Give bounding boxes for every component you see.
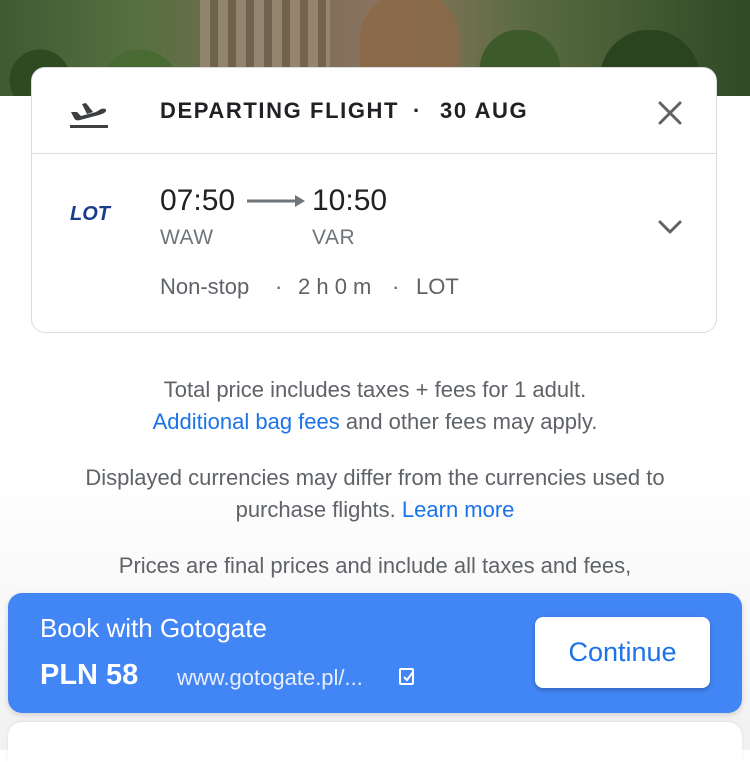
close-icon[interactable]	[656, 99, 684, 127]
flight-date: 30 AUG	[440, 98, 529, 123]
chevron-down-icon[interactable]	[656, 216, 684, 238]
arrival-airport: VAR	[312, 226, 356, 249]
continue-button[interactable]: Continue	[535, 617, 710, 688]
bag-fees-line: Additional bag fees and other fees may a…	[0, 406, 750, 438]
bag-fees-text: and other fees may apply.	[339, 409, 598, 434]
departure-airport: WAW	[160, 226, 214, 249]
currency-note-text: Displayed currencies may differ from the…	[85, 465, 665, 522]
airline-logo-text: LOT	[70, 203, 112, 224]
flight-card-header: DEPARTING FLIGHT · 30 AUG	[32, 68, 716, 154]
booking-bar: Book with Gotogate PLN 58 www.gotogate.p…	[8, 593, 742, 713]
price-note: Total price includes taxes + fees for 1 …	[0, 374, 750, 438]
additional-bag-fees-link[interactable]: Additional bag fees	[153, 409, 340, 434]
arrow-right-icon	[247, 195, 305, 207]
departure-time: 07:50	[160, 184, 236, 217]
detail-separator: ·	[275, 274, 283, 299]
flight-card: DEPARTING FLIGHT · 30 AUG LOT 07:50 10:5…	[31, 67, 717, 333]
arrival-time: 10:50	[312, 184, 388, 217]
duration-label: 2 h 0 m	[298, 274, 372, 299]
booking-provider-title: Book with Gotogate	[40, 613, 267, 643]
booking-price: PLN 58	[40, 659, 139, 691]
airline-logo: LOT	[70, 203, 112, 224]
flight-takeoff-icon	[70, 103, 108, 128]
open-in-new-icon[interactable]	[398, 666, 416, 686]
booking-url[interactable]: www.gotogate.pl/...	[177, 665, 363, 691]
learn-more-link[interactable]: Learn more	[402, 497, 515, 522]
price-note-line: Total price includes taxes + fees for 1 …	[163, 377, 587, 402]
stops-label: Non-stop	[160, 274, 250, 299]
flight-direction-title: DEPARTING FLIGHT	[160, 98, 400, 123]
detail-separator: ·	[392, 274, 400, 299]
final-prices-note: Prices are final prices and include all …	[118, 553, 632, 578]
bottom-sheet	[8, 722, 742, 762]
airline-label: LOT	[416, 274, 459, 299]
currency-note: Displayed currencies may differ from the…	[0, 462, 750, 526]
title-separator: ·	[413, 98, 421, 123]
